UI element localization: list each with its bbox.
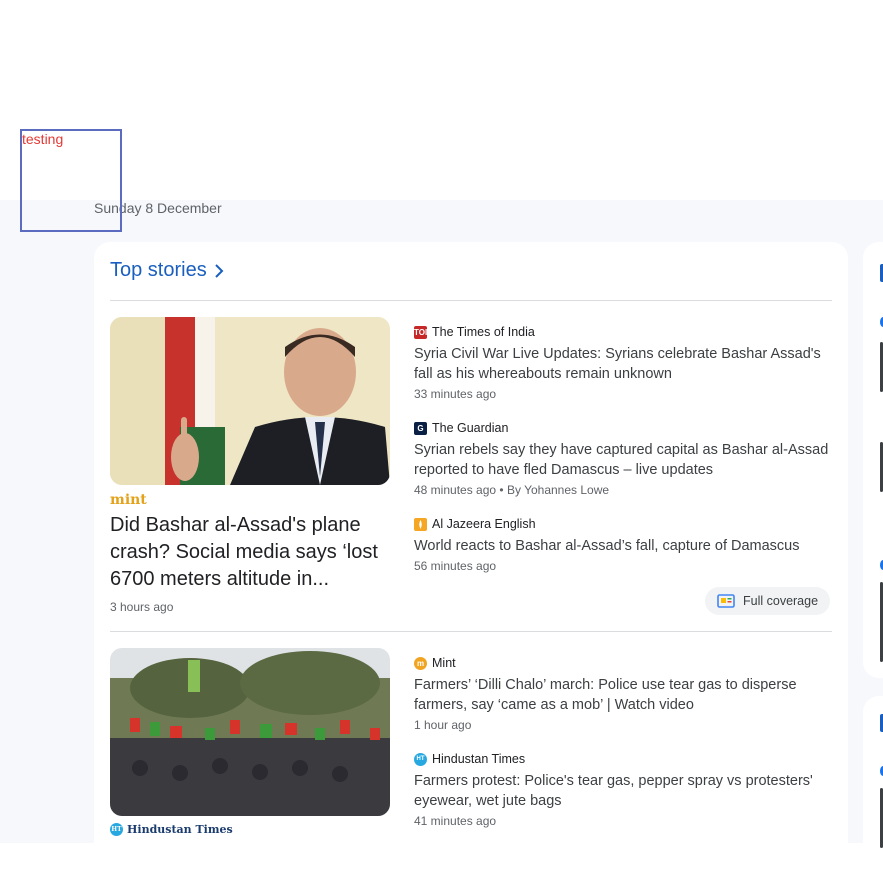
- full-coverage-button[interactable]: Full coverage: [705, 587, 831, 615]
- full-coverage-label: Full coverage: [743, 594, 819, 608]
- story-title: Syrian rebels say they have captured cap…: [414, 442, 829, 478]
- story-image-assad[interactable]: [110, 317, 390, 485]
- meta-separator: •: [499, 483, 507, 497]
- lead-headline[interactable]: Did Bashar al-Assad's plane crash? Socia…: [110, 512, 390, 593]
- story-source: The Guardian: [432, 421, 509, 435]
- divider: [110, 300, 832, 301]
- story-source: The Times of India: [432, 325, 535, 339]
- lead-time: 3 hours ago: [110, 600, 174, 614]
- side-card: [863, 242, 883, 678]
- top-stories-card: Top stories mint Did Bashar al-Assad's p…: [94, 242, 848, 862]
- top-stories-link[interactable]: Top stories: [110, 259, 225, 282]
- story-source: Al Jazeera English: [432, 517, 536, 531]
- times-of-india-icon: TOI: [414, 325, 428, 339]
- guardian-icon: G: [414, 421, 427, 435]
- story-time: 33 minutes ago: [414, 387, 497, 401]
- mint-icon: m: [414, 656, 427, 670]
- story-source: Mint: [432, 656, 456, 670]
- divider: [110, 631, 832, 632]
- hindustan-times-logo-text: Hindustan Times: [127, 823, 233, 836]
- story-title: Farmers’ ‘Dilli Chalo’ march: Police use…: [414, 677, 797, 713]
- top-stories-title: Top stories: [110, 259, 207, 281]
- story-time: 1 hour ago: [414, 718, 472, 732]
- story-image-farmers[interactable]: [110, 648, 390, 816]
- story-item[interactable]: G The Guardian Syrian rebels say they ha…: [414, 419, 834, 497]
- story-time: 41 minutes ago: [414, 814, 497, 828]
- story-title: Farmers protest: Police's tear gas, pepp…: [414, 773, 813, 809]
- mint-logo: mint: [110, 492, 147, 508]
- story-meta: 48 minutes ago • By Yohannes Lowe: [414, 483, 834, 497]
- story-time: 48 minutes ago: [414, 483, 497, 497]
- story-item[interactable]: Al Jazeera English World reacts to Basha…: [414, 515, 834, 573]
- story-source: Hindustan Times: [432, 752, 526, 766]
- story-time: 56 minutes ago: [414, 559, 497, 573]
- story-item[interactable]: TOI The Times of India Syria Civil War L…: [414, 323, 834, 401]
- story-item[interactable]: HT Hindustan Times Farmers protest: Poli…: [414, 750, 834, 828]
- al-jazeera-icon: [414, 517, 427, 531]
- story-title: Syria Civil War Live Updates: Syrians ce…: [414, 346, 821, 382]
- hindustan-times-icon: HT: [414, 752, 427, 766]
- hindustan-times-logo: HT Hindustan Times: [110, 823, 233, 836]
- story-title: World reacts to Bashar al-Assad’s fall, …: [414, 538, 800, 554]
- debug-overlay-label: testing: [22, 131, 64, 147]
- story-author: By Yohannes Lowe: [506, 483, 610, 497]
- hindustan-times-icon: HT: [110, 823, 123, 836]
- side-card: [863, 696, 883, 876]
- chevron-right-icon: [215, 263, 224, 278]
- full-coverage-icon: [717, 594, 735, 608]
- story-item[interactable]: m Mint Farmers’ ‘Dilli Chalo’ march: Pol…: [414, 654, 834, 732]
